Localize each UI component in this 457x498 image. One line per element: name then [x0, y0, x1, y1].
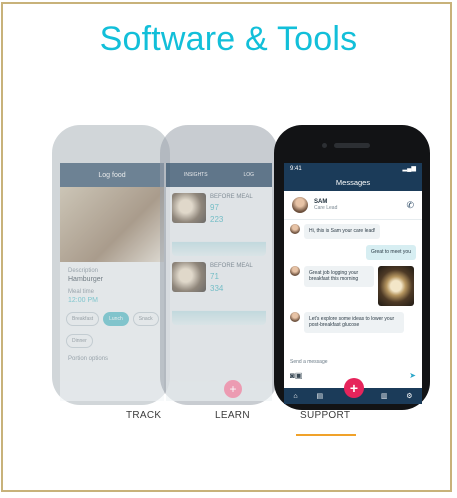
- meal-card-1[interactable]: BEFORE MEAL 97 223: [172, 193, 266, 226]
- meal2-before: 71: [210, 272, 219, 281]
- contact-role: Care Lead: [314, 205, 338, 211]
- message-item: Let's explore some ideas to lower your p…: [290, 311, 416, 333]
- message-item: Hi, this is Sam your care lead!: [290, 224, 416, 239]
- settings-icon[interactable]: ⚙: [406, 392, 412, 400]
- signal-icon: ▂▄▆: [402, 166, 416, 172]
- glucose-wave-2: [172, 299, 266, 325]
- avatar: [290, 311, 300, 322]
- breakfast-photo[interactable]: [378, 265, 414, 306]
- message-item: Great to meet you: [290, 244, 416, 260]
- tab-track[interactable]: TRACK: [126, 410, 161, 421]
- messages-screen: 9:41 ▂▄▆ Messages SAM Care Lead ✆ Hi, th…: [284, 163, 422, 404]
- description-label: Description: [68, 268, 99, 274]
- message-item: Great job logging your breakfast this mo…: [290, 265, 416, 306]
- chip-lunch[interactable]: Lunch: [103, 312, 129, 326]
- avatar: [292, 197, 308, 213]
- meal2-label: BEFORE MEAL: [210, 263, 253, 269]
- burger-photo: [60, 187, 164, 262]
- message-list: Hi, this is Sam your care lead! Great to…: [284, 220, 422, 343]
- chip-dinner[interactable]: Dinner: [66, 334, 93, 348]
- learn-screen: INSIGHTS LOG BEFORE MEAL 97 223 BEFORE M…: [166, 163, 272, 401]
- tab-insights[interactable]: INSIGHTS: [184, 172, 208, 178]
- tab-learn[interactable]: LEARN: [215, 410, 250, 421]
- glucose-wave-1: [172, 230, 266, 256]
- chip-snack[interactable]: Snack: [132, 312, 159, 326]
- meal-card-2[interactable]: BEFORE MEAL 71 334: [172, 262, 266, 295]
- meal-photo-1: [172, 193, 206, 223]
- portion-label: Portion options: [68, 356, 109, 362]
- meal-time-value: 12:00 PM: [68, 297, 98, 304]
- home-icon[interactable]: ⌂: [293, 393, 297, 400]
- log-food-header: Log food: [60, 163, 164, 187]
- active-tab-underline: [296, 434, 356, 436]
- gallery-icon[interactable]: ▣: [295, 371, 303, 380]
- stats-icon[interactable]: ▥: [381, 392, 388, 400]
- meal-photo-2: [172, 262, 206, 292]
- avatar: [290, 265, 300, 276]
- status-time: 9:41: [290, 165, 302, 172]
- speaker-notch: [334, 143, 370, 148]
- chip-breakfast[interactable]: Breakfast: [66, 312, 100, 326]
- message-bubble: Great to meet you: [365, 244, 416, 260]
- learn-icon[interactable]: ▤: [317, 392, 324, 400]
- meal1-before: 97: [210, 203, 219, 212]
- add-icon[interactable]: +: [344, 378, 364, 398]
- add-icon-faded: +: [224, 380, 242, 398]
- meal-time-label: Meal time: [68, 289, 95, 295]
- log-food-screen: Log food Description Hamburger Meal time…: [60, 163, 164, 401]
- learn-header: INSIGHTS LOG: [166, 163, 272, 187]
- contact-row[interactable]: SAM Care Lead ✆: [284, 191, 422, 220]
- message-bubble: Let's explore some ideas to lower your p…: [304, 311, 404, 333]
- camera-dot: [322, 143, 327, 148]
- meal1-peak: 223: [210, 215, 224, 224]
- message-bubble: Hi, this is Sam your care lead!: [304, 224, 381, 239]
- description-value: Hamburger: [68, 276, 104, 283]
- tab-log[interactable]: LOG: [243, 172, 254, 178]
- meal2-peak: 334: [210, 284, 224, 293]
- avatar: [290, 224, 300, 234]
- status-bar: 9:41 ▂▄▆: [284, 163, 422, 174]
- tab-support[interactable]: SUPPORT: [300, 410, 350, 421]
- phone-call-icon[interactable]: ✆: [406, 200, 414, 211]
- meal1-label: BEFORE MEAL: [210, 194, 253, 200]
- page-title: Software & Tools: [99, 20, 358, 58]
- message-bubble: Great job logging your breakfast this mo…: [304, 265, 374, 287]
- messages-header: Messages: [284, 174, 422, 191]
- message-input[interactable]: Send a message: [284, 359, 422, 365]
- send-icon[interactable]: ➤: [409, 371, 416, 380]
